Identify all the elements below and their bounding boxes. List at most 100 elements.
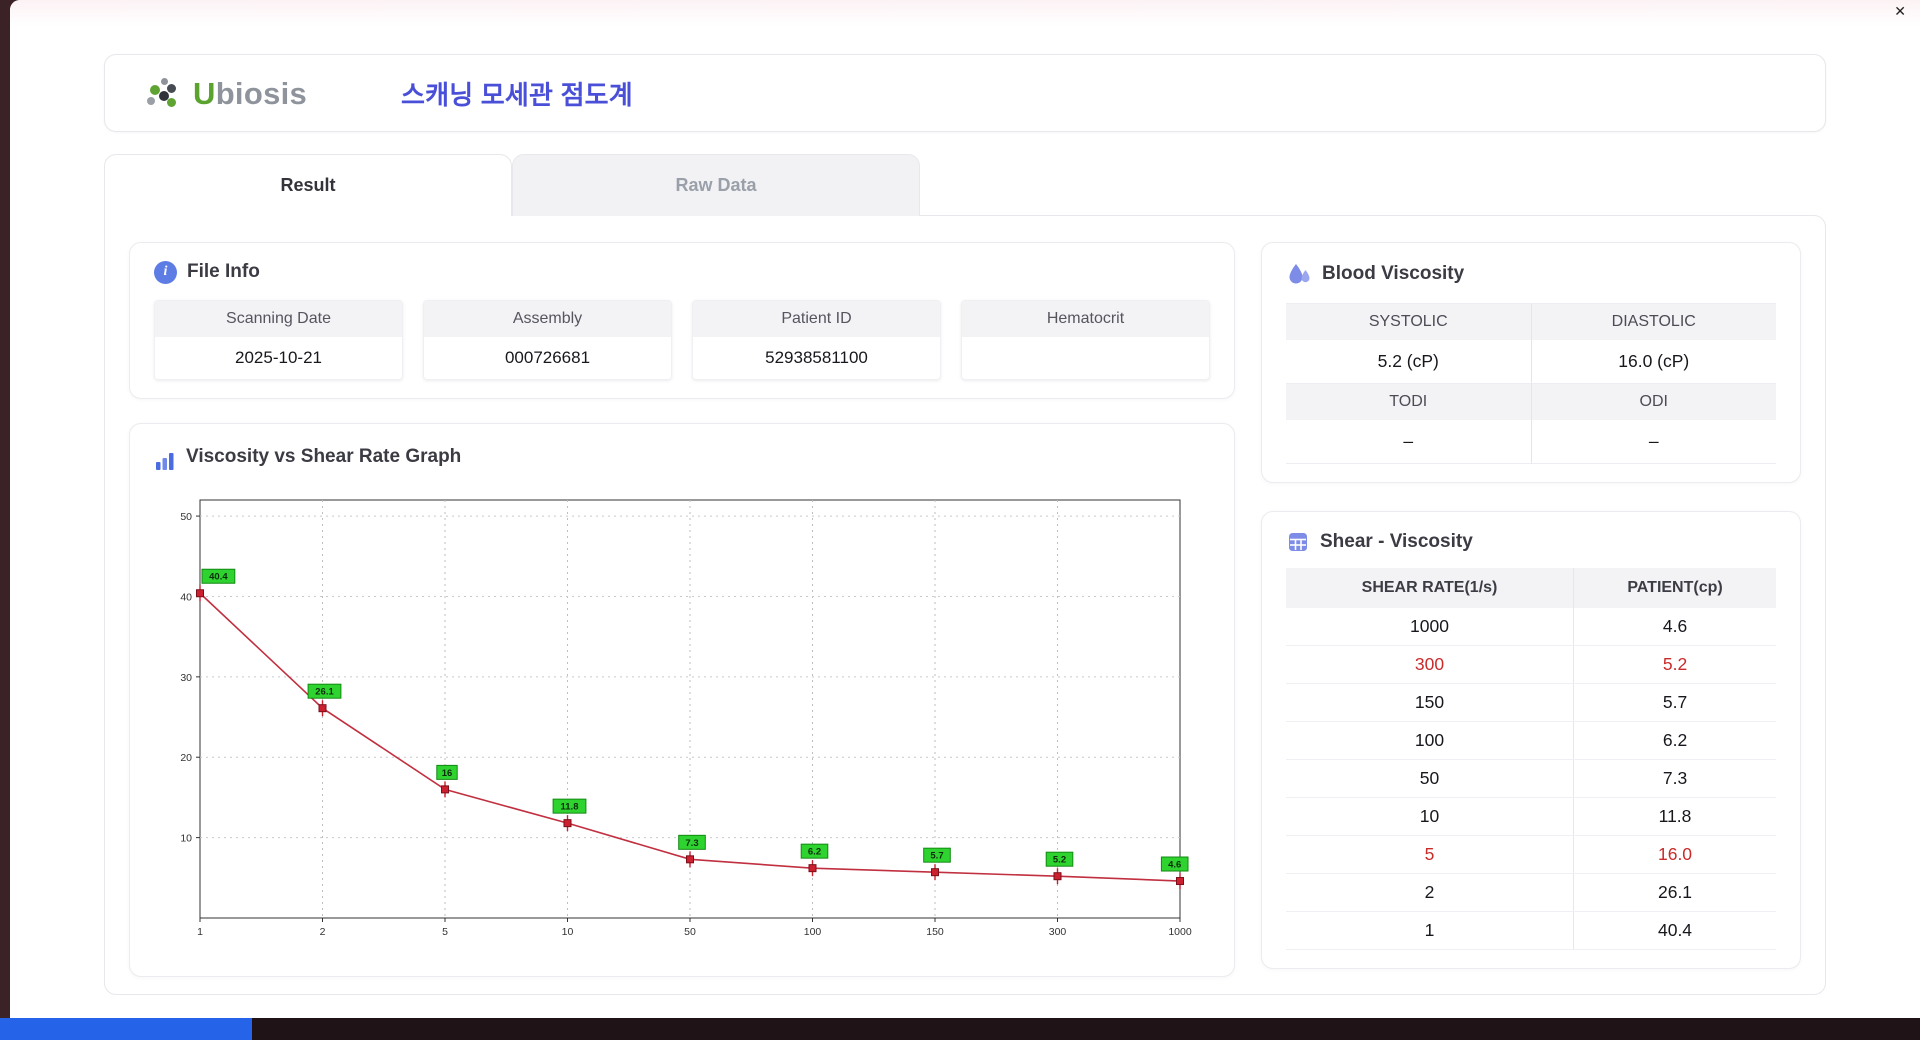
graph-card: Viscosity vs Shear Rate Graph 1 2 5 10 50 100… — [129, 422, 1235, 977]
shear-rate-cell: 300 — [1286, 645, 1575, 684]
shear-table: SHEAR RATE(1/s) PATIENT(cp) 1000 4.6 300 5.… — [1286, 567, 1776, 950]
viscosity-shear-chart: 1 2 5 10 50 100 150 300 1000 10 20 30 40 50 40.4 26.1 16… — [180, 499, 1192, 938]
shear-rate-cell: 1 — [1286, 911, 1575, 950]
field-label: Scanning Date — [155, 300, 402, 337]
shear-row: 150 5.7 — [1286, 683, 1776, 722]
shear-row: 1 40.4 — [1286, 911, 1776, 950]
bottom-bar — [0, 1018, 1920, 1040]
shear-rate-cell: 50 — [1286, 759, 1575, 798]
svg-text:50: 50 — [180, 511, 192, 523]
patient-value-cell: 6.2 — [1573, 721, 1776, 760]
svg-text:50: 50 — [684, 926, 696, 938]
patient-value-cell: 7.3 — [1573, 759, 1776, 798]
app-window: ✕ Ubiosis 스캐닝 모세관 점도계 Result Raw Data i … — [10, 0, 1920, 1018]
svg-text:1000: 1000 — [1168, 926, 1192, 938]
shear-rate-cell: 1000 — [1286, 607, 1575, 646]
patient-value-cell: 4.6 — [1573, 607, 1776, 646]
field-label: Assembly — [424, 300, 671, 337]
brand-name: Ubiosis — [193, 75, 308, 111]
shear-row: 300 5.2 — [1286, 645, 1776, 684]
file-info-card: i File Info Scanning Date 2025-10-21 Assem… — [129, 241, 1235, 399]
right-column: Blood Viscosity SYSTOLIC DIASTOLIC 5.2 (cP… — [1261, 241, 1801, 969]
blood-viscosity-grid: SYSTOLIC DIASTOLIC 5.2 (cP) 16.0 (cP) TODI OD… — [1286, 302, 1776, 464]
file-info-field: Patient ID 52938581100 — [692, 299, 941, 380]
svg-text:5: 5 — [442, 926, 448, 938]
tab-raw-data[interactable]: Raw Data — [512, 154, 920, 216]
patient-value-cell: 16.0 — [1573, 835, 1776, 874]
shear-viscosity-title: Shear - Viscosity — [1320, 530, 1473, 552]
svg-text:30: 30 — [180, 671, 192, 683]
bv-value-diastolic: 16.0 (cP) — [1531, 340, 1776, 384]
field-value: 2025-10-21 — [235, 347, 322, 367]
svg-text:10: 10 — [180, 832, 192, 844]
svg-text:1: 1 — [197, 926, 203, 938]
bv-label-systolic: SYSTOLIC — [1286, 303, 1532, 340]
svg-text:100: 100 — [804, 926, 822, 938]
bv-label-odi: ODI — [1531, 383, 1776, 420]
shear-table-body: 1000 4.6 300 5.2 150 5.7 100 6.2 50 7.3 10 11.8 5 16.… — [1286, 607, 1776, 950]
patient-value-cell: 40.4 — [1573, 911, 1776, 950]
svg-text:40: 40 — [180, 591, 192, 603]
page-title: 스캐닝 모세관 점도계 — [401, 79, 633, 110]
bv-value-odi: – — [1531, 420, 1776, 464]
shear-rate-cell: 100 — [1286, 721, 1575, 760]
patient-value-cell: 5.2 — [1573, 645, 1776, 684]
field-label: Hematocrit — [962, 300, 1209, 337]
patient-value-cell: 5.7 — [1573, 683, 1776, 722]
svg-text:6.2: 6.2 — [808, 846, 821, 857]
svg-text:10: 10 — [562, 926, 574, 938]
blood-viscosity-card: Blood Viscosity SYSTOLIC DIASTOLIC 5.2 (cP… — [1261, 241, 1801, 483]
file-info-field: Assembly 000726681 — [423, 299, 672, 380]
info-icon: i — [154, 260, 177, 284]
shear-row: 100 6.2 — [1286, 721, 1776, 760]
shear-row: 50 7.3 — [1286, 759, 1776, 798]
svg-text:26.1: 26.1 — [315, 686, 334, 697]
field-value: 52938581100 — [765, 347, 868, 367]
file-info-field: Hematocrit — [961, 299, 1210, 380]
app-header: Ubiosis 스캐닝 모세관 점도계 — [104, 54, 1826, 132]
ubiosis-logo: Ubiosis — [147, 77, 375, 110]
result-panel: i File Info Scanning Date 2025-10-21 Assem… — [104, 214, 1826, 995]
svg-text:5.2: 5.2 — [1053, 854, 1066, 865]
shear-table-header-row: SHEAR RATE(1/s) PATIENT(cp) — [1286, 567, 1776, 608]
field-value: 000726681 — [504, 347, 591, 367]
bar-chart-icon — [154, 442, 176, 472]
droplet-icon — [1286, 261, 1312, 287]
logo-dots-icon — [147, 77, 181, 110]
blood-viscosity-header: Blood Viscosity — [1286, 261, 1776, 287]
file-info-field: Scanning Date 2025-10-21 — [154, 299, 403, 380]
shear-rate-cell: 5 — [1286, 835, 1575, 874]
tab-result[interactable]: Result — [104, 154, 512, 216]
shear-row: 1000 4.6 — [1286, 607, 1776, 646]
svg-text:7.3: 7.3 — [685, 837, 698, 848]
patient-value-cell: 26.1 — [1573, 873, 1776, 912]
shear-rate-cell: 10 — [1286, 797, 1575, 836]
file-info-title: File Info — [187, 261, 260, 282]
shear-viscosity-card: Shear - Viscosity SHEAR RATE(1/s) PATIEN… — [1261, 510, 1801, 969]
graph-header: Viscosity vs Shear Rate Graph — [154, 442, 1210, 472]
field-label: Patient ID — [693, 300, 940, 337]
blood-viscosity-title: Blood Viscosity — [1322, 262, 1465, 284]
shear-rate-cell: 150 — [1286, 683, 1575, 722]
field-value — [962, 337, 1209, 378]
taskbar-highlight — [0, 1018, 252, 1040]
shear-viscosity-header: Shear - Viscosity — [1286, 530, 1776, 554]
main-content: Ubiosis 스캐닝 모세관 점도계 Result Raw Data i Fi… — [10, 0, 1920, 995]
shear-row: 5 16.0 — [1286, 835, 1776, 874]
bv-value-todi: – — [1286, 419, 1532, 464]
graph-title: Viscosity vs Shear Rate Graph — [186, 445, 462, 467]
svg-text:300: 300 — [1049, 926, 1067, 938]
shear-rate-cell: 2 — [1286, 873, 1575, 912]
bv-label-diastolic: DIASTOLIC — [1531, 303, 1776, 340]
patient-value-cell: 11.8 — [1573, 797, 1776, 836]
svg-text:16: 16 — [442, 767, 453, 778]
col-shear-rate: SHEAR RATE(1/s) — [1286, 567, 1575, 608]
svg-text:40.4: 40.4 — [209, 571, 228, 582]
svg-text:5.7: 5.7 — [930, 850, 943, 861]
file-info-header: i File Info — [154, 260, 1210, 284]
bv-label-todi: TODI — [1286, 383, 1532, 420]
tab-bar: Result Raw Data — [104, 154, 1826, 216]
svg-text:2: 2 — [320, 926, 326, 938]
svg-text:150: 150 — [926, 926, 944, 938]
svg-text:20: 20 — [180, 752, 192, 764]
